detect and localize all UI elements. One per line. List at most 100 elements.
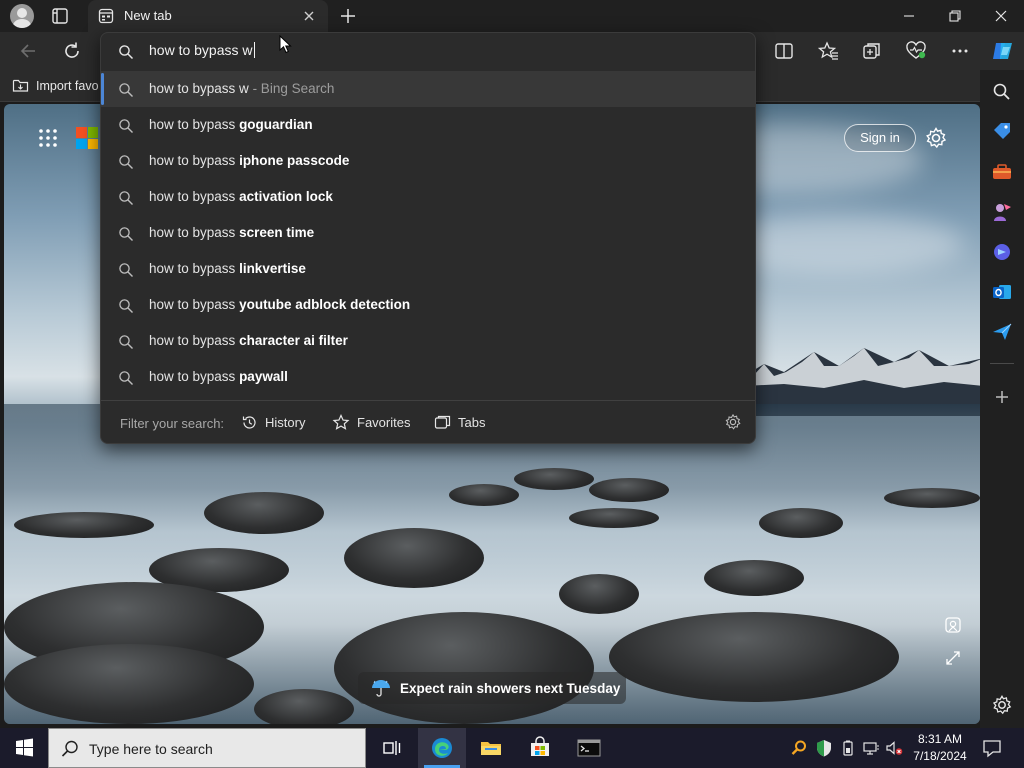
tabs-icon — [434, 415, 451, 429]
file-explorer-icon — [481, 742, 501, 755]
volume-muted-icon[interactable] — [885, 739, 903, 757]
rock — [334, 612, 594, 724]
search-magnifier-tray-icon[interactable] — [790, 739, 808, 757]
apps-launcher-icon[interactable] — [38, 128, 58, 148]
store-icon — [531, 736, 549, 756]
terminal-button[interactable] — [565, 728, 613, 768]
suggestion-item[interactable]: how to bypass iphone passcode — [101, 143, 755, 179]
outlook-icon[interactable] — [991, 281, 1013, 303]
terminal-icon — [577, 739, 601, 757]
file-explorer-button[interactable] — [467, 728, 515, 768]
suggestion-item[interactable]: how to bypass youtube adblock detection — [101, 287, 755, 323]
start-icon — [16, 738, 33, 757]
suggestion-text: how to bypass activation lock — [149, 189, 333, 204]
store-button[interactable] — [516, 728, 564, 768]
suggestion-completion: screen time — [239, 225, 315, 240]
filter-history-button[interactable]: History — [241, 412, 305, 432]
collections-icon[interactable] — [861, 40, 883, 62]
visual-search-icon[interactable] — [944, 616, 962, 634]
weather-text: Expect rain showers next Tuesday — [400, 680, 621, 696]
suggestion-completion: youtube adblock detection — [239, 297, 411, 312]
new-tab-icon[interactable] — [338, 6, 358, 26]
suggestion-prefix: how to bypass — [149, 369, 240, 384]
expand-icon[interactable] — [944, 649, 962, 667]
close-tab-icon[interactable] — [302, 9, 316, 23]
suggestion-text: how to bypass screen time — [149, 225, 314, 240]
security-shield-icon[interactable] — [815, 739, 833, 757]
tab-new-tab[interactable]: New tab — [88, 0, 328, 32]
suggestion-completion: goguardian — [239, 117, 313, 132]
suggestion-text: how to bypass paywall — [149, 369, 288, 384]
new-tab-favicon-icon — [98, 8, 114, 24]
split-screen-icon[interactable] — [773, 40, 795, 62]
start-button[interactable] — [0, 728, 48, 768]
edge-taskbar-button[interactable] — [418, 728, 466, 768]
task-view-button[interactable] — [368, 728, 416, 768]
gear-icon[interactable] — [724, 413, 742, 431]
copilot-sidebar-icon[interactable] — [991, 241, 1013, 263]
filter-tabs-button[interactable]: Tabs — [434, 412, 485, 432]
search-icon — [118, 118, 134, 134]
rock — [569, 508, 659, 528]
refresh-icon[interactable] — [61, 40, 83, 62]
search-icon — [118, 44, 134, 60]
filter-favorites-button[interactable]: Favorites — [332, 412, 410, 432]
games-icon[interactable] — [991, 201, 1013, 223]
taskbar: Type here to search 8:31 AM 7/18/2024 — [0, 728, 1024, 768]
suggestion-item[interactable]: how to bypass paywall — [101, 359, 755, 395]
weather-banner[interactable]: Expect rain showers next Tuesday — [358, 672, 626, 704]
address-bar[interactable]: how to bypass w — [101, 33, 755, 71]
network-icon[interactable] — [862, 739, 880, 757]
browser-essentials-icon[interactable] — [905, 40, 927, 62]
rock — [449, 484, 519, 506]
title-bar: New tab — [0, 0, 1024, 32]
minimize-button[interactable] — [886, 0, 932, 32]
suggestion-item[interactable]: how to bypass screen time — [101, 215, 755, 251]
rock — [884, 488, 980, 508]
back-icon[interactable] — [18, 40, 40, 62]
copilot-icon[interactable] — [990, 38, 1016, 64]
suggestion-prefix: how to bypass — [149, 189, 240, 204]
suggestion-item[interactable]: how to bypass goguardian — [101, 107, 755, 143]
suggestion-text: how to bypass iphone passcode — [149, 153, 349, 168]
suggestion-item[interactable]: how to bypass character ai filter — [101, 323, 755, 359]
tab-actions-icon[interactable] — [48, 6, 72, 26]
add-icon[interactable] — [991, 386, 1013, 408]
more-icon[interactable] — [949, 40, 971, 62]
settings-icon[interactable] — [991, 694, 1013, 716]
import-folder-icon — [12, 79, 29, 92]
address-input[interactable]: how to bypass w — [149, 42, 709, 62]
suggestion-item[interactable]: how to bypass activation lock — [101, 179, 755, 215]
search-icon — [60, 739, 80, 759]
page-settings-icon[interactable] — [924, 126, 948, 150]
rock — [254, 689, 354, 724]
rock — [559, 574, 639, 614]
edge-icon — [432, 738, 452, 758]
search-icon — [118, 190, 134, 206]
shopping-tag-icon[interactable] — [991, 121, 1013, 143]
import-favorites-button[interactable]: Import favo — [12, 77, 99, 94]
sign-in-button[interactable]: Sign in — [844, 124, 916, 152]
suggestion-completion: character ai filter — [239, 333, 348, 348]
suggestion-text: how to bypass linkvertise — [149, 261, 306, 276]
suggestion-engine: - Bing Search — [248, 81, 335, 96]
taskbar-search-box[interactable]: Type here to search — [48, 728, 366, 768]
send-icon[interactable] — [991, 321, 1013, 343]
notification-icon[interactable] — [982, 738, 1002, 758]
address-bar-dropdown: how to bypass w how to bypass w - Bing S… — [100, 32, 756, 444]
restore-button[interactable] — [932, 0, 978, 32]
suggestion-item[interactable]: how to bypass w - Bing Search — [101, 71, 755, 107]
rock — [514, 468, 594, 490]
suggestion-item[interactable]: how to bypass linkvertise — [101, 251, 755, 287]
star-icon — [332, 413, 350, 430]
avatar-head — [17, 8, 27, 18]
close-window-button[interactable] — [978, 0, 1024, 32]
search-icon — [118, 370, 134, 386]
tools-icon[interactable] — [991, 161, 1013, 183]
profile-avatar[interactable] — [10, 4, 34, 28]
search-icon[interactable] — [991, 81, 1013, 103]
battery-icon[interactable] — [839, 739, 857, 757]
favorites-icon[interactable] — [817, 40, 839, 62]
taskbar-clock[interactable]: 8:31 AM 7/18/2024 — [902, 731, 978, 765]
suggestion-prefix: how to bypass — [149, 261, 240, 276]
